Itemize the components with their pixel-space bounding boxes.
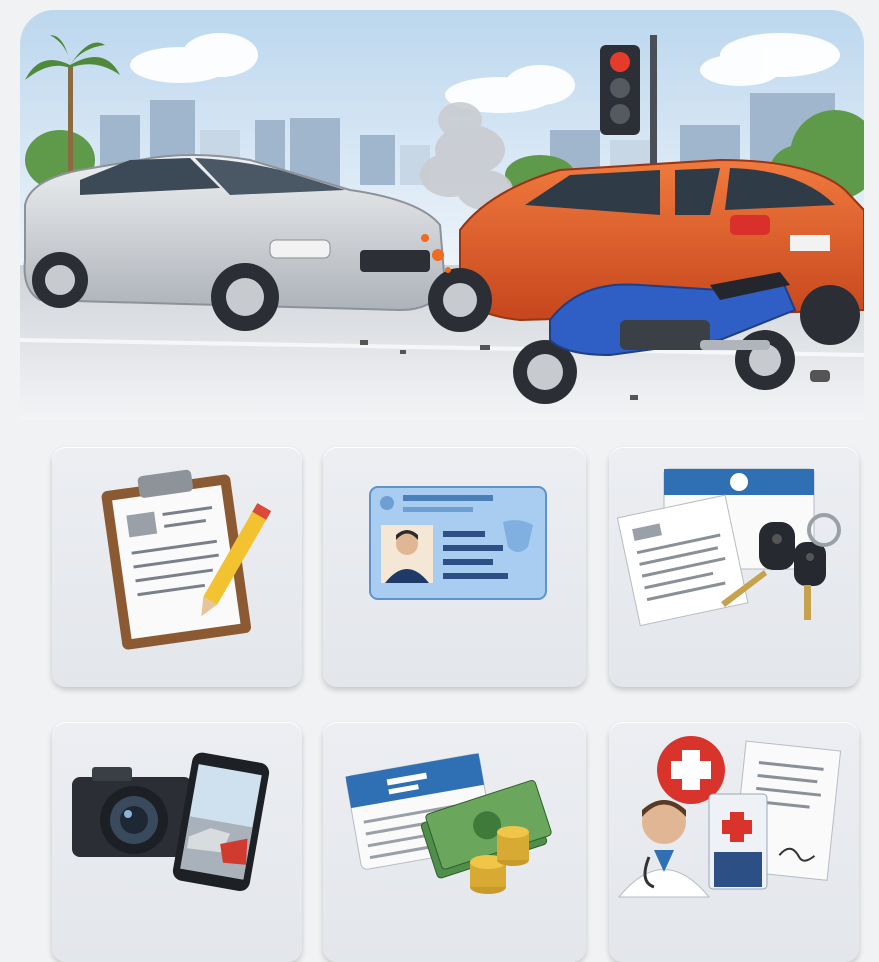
camera-phone-photos-icon [72,752,270,892]
card-accident-photos[interactable] [52,722,302,962]
card-medical-report[interactable] [609,722,859,962]
insurance-card-money-icon [345,753,552,894]
accident-scene-illustration [20,10,864,420]
vehicle-documents-keys-icon [616,468,841,627]
medical-report-icon [617,736,842,898]
car-accident-scene-icon [20,10,864,420]
card-accident-report[interactable] [52,447,302,687]
page [0,0,879,962]
card-insurance-payment[interactable] [323,722,586,962]
card-vehicle-documents[interactable] [609,447,859,687]
card-driver-license[interactable] [323,447,586,687]
driver-license-icon [369,486,547,600]
clipboard-report-icon [101,469,272,650]
